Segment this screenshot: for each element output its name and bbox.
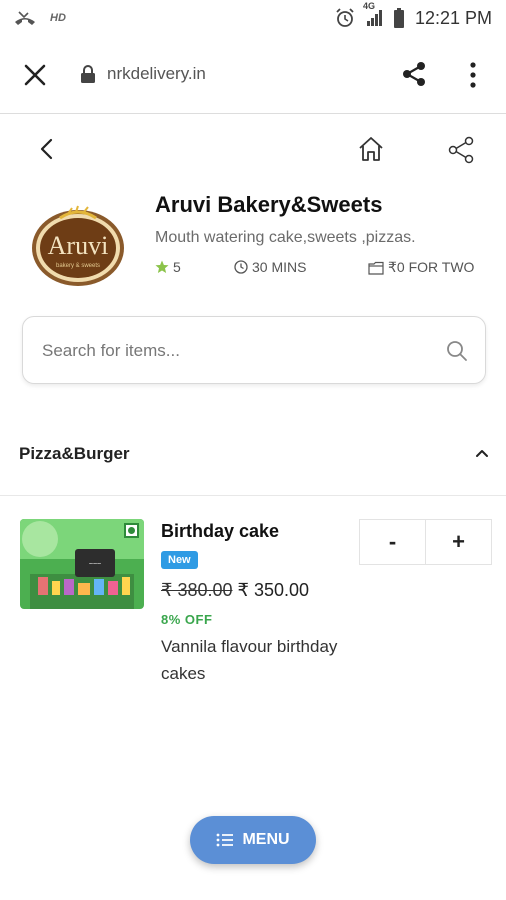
store-name: Aruvi Bakery&Sweets	[155, 192, 383, 217]
category-title: Pizza&Burger	[19, 444, 130, 463]
category-header[interactable]: Pizza&Burger	[0, 428, 506, 496]
list-icon	[217, 833, 234, 847]
store-rating: 5	[155, 259, 181, 275]
store-description: Mouth watering cake,sweets ,pizzas.	[155, 229, 416, 246]
network-type: 4G	[362, 1, 375, 11]
hd-indicator: HD	[50, 12, 66, 24]
status-bar: HD 4G 12:21 PM	[0, 0, 506, 36]
item-name: Birthday cake	[161, 521, 280, 541]
battery-icon	[393, 8, 404, 28]
menu-button[interactable]: MENU	[190, 816, 316, 864]
clock: 12:21 PM	[414, 7, 492, 28]
page-share-icon[interactable]	[446, 135, 476, 165]
item-description: Vannila flavour birthday cakes	[161, 637, 338, 683]
search-box	[22, 316, 486, 384]
more-options-icon[interactable]	[466, 60, 480, 90]
chevron-up-icon[interactable]	[474, 445, 490, 461]
increment-button[interactable]: +	[426, 520, 491, 564]
clock-icon	[234, 260, 248, 274]
item-price: ₹ 380.00 ₹ 350.00	[161, 580, 309, 601]
svg-text:~~~: ~~~	[89, 561, 101, 568]
logo-text: Aruvi	[48, 231, 109, 260]
close-icon[interactable]	[22, 62, 48, 88]
cost-value: ₹0 FOR TWO	[388, 259, 475, 275]
discount-label: 8% OFF	[161, 612, 213, 627]
home-icon[interactable]	[356, 134, 386, 164]
current-price: ₹ 350.00	[237, 580, 310, 600]
search-icon[interactable]	[445, 339, 469, 363]
alarm-icon	[336, 8, 354, 27]
search-input[interactable]	[42, 337, 422, 365]
quantity-stepper: - +	[359, 519, 492, 565]
share-icon[interactable]	[400, 60, 428, 88]
lock-icon	[81, 65, 95, 83]
store-logo: Aruvi bakery & sweets	[30, 204, 126, 288]
new-badge: New	[161, 551, 198, 569]
old-price: ₹ 380.00	[161, 580, 233, 600]
browser-toolbar: nrkdelivery.in	[0, 36, 506, 114]
delivery-time: 30 MINS	[234, 259, 306, 275]
signal-icon: 4G	[363, 1, 383, 27]
missed-call-icon	[15, 11, 35, 25]
menu-button-label: MENU	[242, 831, 290, 848]
delivery-time-value: 30 MINS	[252, 259, 307, 275]
url-text[interactable]: nrkdelivery.in	[107, 64, 206, 84]
decrement-button[interactable]: -	[360, 520, 426, 564]
logo-subtext: bakery & sweets	[56, 263, 100, 269]
star-icon	[155, 260, 169, 273]
veg-indicator-icon	[124, 523, 139, 538]
cost-for-two: ₹0 FOR TWO	[368, 259, 474, 276]
back-icon[interactable]	[36, 136, 58, 162]
wallet-icon	[368, 261, 384, 275]
rating-value: 5	[173, 259, 181, 275]
